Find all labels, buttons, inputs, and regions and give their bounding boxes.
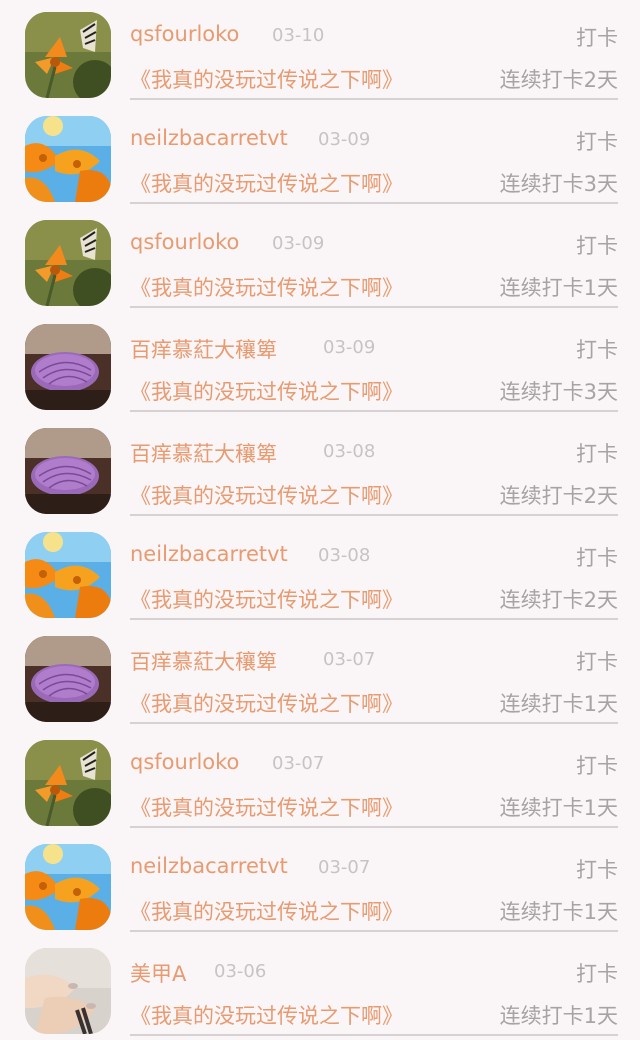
- orange-poppies-avatar: [25, 116, 111, 202]
- streak-label: 连续打卡1天: [499, 276, 618, 300]
- row-divider: [130, 826, 618, 828]
- checkin-action-label: 打卡: [576, 130, 618, 154]
- avatar[interactable]: [25, 220, 111, 306]
- streak-label: 连续打卡3天: [499, 172, 618, 196]
- row-divider: [130, 202, 618, 204]
- streak-label: 连续打卡2天: [499, 68, 618, 92]
- row-divider: [130, 930, 618, 932]
- checkin-date: 03-09: [318, 129, 371, 150]
- checkin-date: 03-09: [272, 233, 325, 254]
- checkin-date: 03-06: [214, 961, 267, 982]
- row-divider: [130, 410, 618, 412]
- row-divider: [130, 98, 618, 100]
- checkin-row[interactable]: qsfourloko 03-07 打卡 《我真的没玩过传说之下啊》 连续打卡1天: [0, 728, 640, 832]
- avatar[interactable]: [25, 844, 111, 930]
- row-divider: [130, 618, 618, 620]
- avatar[interactable]: [25, 636, 111, 722]
- username[interactable]: neilzbacarretvt: [130, 854, 288, 878]
- purple-shell-avatar: [25, 428, 111, 514]
- row-divider: [130, 722, 618, 724]
- book-title-link[interactable]: 《我真的没玩过传说之下啊》: [130, 376, 403, 406]
- book-title-link[interactable]: 《我真的没玩过传说之下啊》: [130, 792, 403, 822]
- username[interactable]: qsfourloko: [130, 230, 239, 254]
- book-title-link[interactable]: 《我真的没玩过传说之下啊》: [130, 480, 403, 510]
- row-divider: [130, 1034, 618, 1036]
- checkin-action-label: 打卡: [576, 26, 618, 50]
- checkin-date: 03-09: [323, 337, 376, 358]
- checkin-row[interactable]: neilzbacarretvt 03-08 打卡 《我真的没玩过传说之下啊》 连…: [0, 520, 640, 624]
- avatar[interactable]: [25, 324, 111, 410]
- butterfly-flower-avatar: [25, 220, 111, 306]
- checkin-action-label: 打卡: [576, 442, 618, 466]
- purple-shell-avatar: [25, 636, 111, 722]
- book-title-link[interactable]: 《我真的没玩过传说之下啊》: [130, 688, 403, 718]
- checkin-row[interactable]: neilzbacarretvt 03-07 打卡 《我真的没玩过传说之下啊》 连…: [0, 832, 640, 936]
- nail-hands-avatar: [25, 948, 111, 1034]
- avatar[interactable]: [25, 532, 111, 618]
- checkin-action-label: 打卡: [576, 234, 618, 258]
- purple-shell-avatar: [25, 324, 111, 410]
- username[interactable]: qsfourloko: [130, 750, 239, 774]
- book-title-link[interactable]: 《我真的没玩过传说之下啊》: [130, 896, 403, 926]
- username[interactable]: 美甲A: [130, 958, 186, 988]
- avatar[interactable]: [25, 12, 111, 98]
- checkin-date: 03-08: [318, 545, 371, 566]
- row-divider: [130, 306, 618, 308]
- avatar[interactable]: [25, 740, 111, 826]
- checkin-action-label: 打卡: [576, 962, 618, 986]
- avatar[interactable]: [25, 428, 111, 514]
- checkin-row[interactable]: neilzbacarretvt 03-09 打卡 《我真的没玩过传说之下啊》 连…: [0, 104, 640, 208]
- username[interactable]: qsfourloko: [130, 22, 239, 46]
- book-title-link[interactable]: 《我真的没玩过传说之下啊》: [130, 64, 403, 94]
- book-title-link[interactable]: 《我真的没玩过传说之下啊》: [130, 168, 403, 198]
- streak-label: 连续打卡2天: [499, 484, 618, 508]
- butterfly-flower-avatar: [25, 12, 111, 98]
- checkin-action-label: 打卡: [576, 754, 618, 778]
- checkin-action-label: 打卡: [576, 858, 618, 882]
- butterfly-flower-avatar: [25, 740, 111, 826]
- checkin-date: 03-07: [318, 857, 371, 878]
- checkin-action-label: 打卡: [576, 338, 618, 362]
- checkin-row[interactable]: 百痒慕葒大穰箄 03-09 打卡 《我真的没玩过传说之下啊》 连续打卡3天: [0, 312, 640, 416]
- checkin-action-label: 打卡: [576, 546, 618, 570]
- book-title-link[interactable]: 《我真的没玩过传说之下啊》: [130, 584, 403, 614]
- avatar[interactable]: [25, 948, 111, 1034]
- checkin-list: qsfourloko 03-10 打卡 《我真的没玩过传说之下啊》 连续打卡2天…: [0, 0, 640, 1039]
- username[interactable]: neilzbacarretvt: [130, 126, 288, 150]
- book-title-link[interactable]: 《我真的没玩过传说之下啊》: [130, 1000, 403, 1030]
- checkin-row[interactable]: 百痒慕葒大穰箄 03-08 打卡 《我真的没玩过传说之下啊》 连续打卡2天: [0, 416, 640, 520]
- username[interactable]: 百痒慕葒大穰箄: [130, 334, 277, 364]
- checkin-date: 03-10: [272, 25, 325, 46]
- streak-label: 连续打卡3天: [499, 380, 618, 404]
- checkin-date: 03-07: [272, 753, 325, 774]
- checkin-row[interactable]: 美甲A 03-06 打卡 《我真的没玩过传说之下啊》 连续打卡1天: [0, 936, 640, 1040]
- row-divider: [130, 514, 618, 516]
- checkin-action-label: 打卡: [576, 650, 618, 674]
- streak-label: 连续打卡1天: [499, 900, 618, 924]
- checkin-date: 03-08: [323, 441, 376, 462]
- checkin-row[interactable]: qsfourloko 03-09 打卡 《我真的没玩过传说之下啊》 连续打卡1天: [0, 208, 640, 312]
- streak-label: 连续打卡1天: [499, 1004, 618, 1028]
- checkin-date: 03-07: [323, 649, 376, 670]
- book-title-link[interactable]: 《我真的没玩过传说之下啊》: [130, 272, 403, 302]
- username[interactable]: 百痒慕葒大穰箄: [130, 438, 277, 468]
- checkin-row[interactable]: qsfourloko 03-10 打卡 《我真的没玩过传说之下啊》 连续打卡2天: [0, 0, 640, 104]
- username[interactable]: 百痒慕葒大穰箄: [130, 646, 277, 676]
- username[interactable]: neilzbacarretvt: [130, 542, 288, 566]
- orange-poppies-avatar: [25, 532, 111, 618]
- orange-poppies-avatar: [25, 844, 111, 930]
- avatar[interactable]: [25, 116, 111, 202]
- streak-label: 连续打卡1天: [499, 796, 618, 820]
- streak-label: 连续打卡1天: [499, 692, 618, 716]
- streak-label: 连续打卡2天: [499, 588, 618, 612]
- checkin-row[interactable]: 百痒慕葒大穰箄 03-07 打卡 《我真的没玩过传说之下啊》 连续打卡1天: [0, 624, 640, 728]
